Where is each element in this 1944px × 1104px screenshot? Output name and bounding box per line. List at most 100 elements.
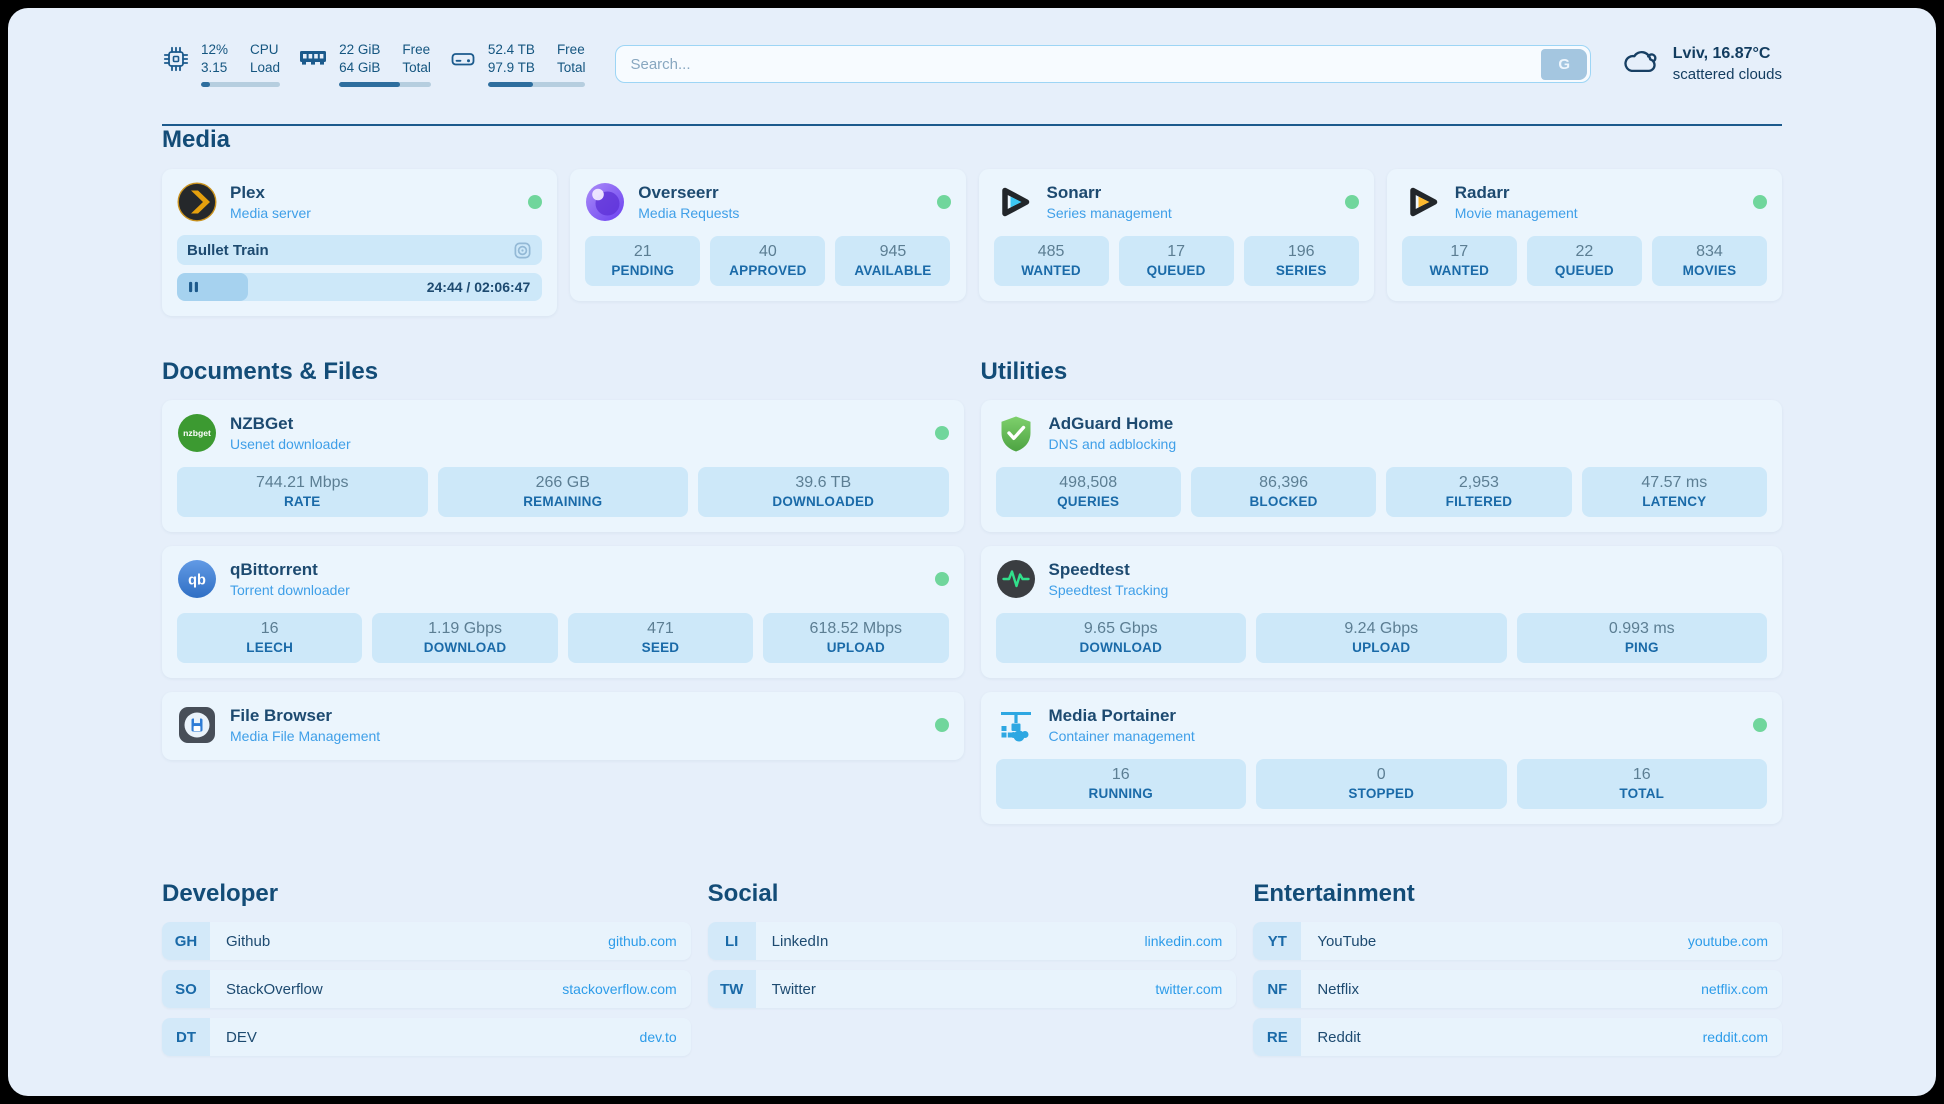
bookmark-abbr: NF [1253,970,1301,1008]
cpu-load-value: 3.15 [201,59,228,77]
cpu-label: CPU [250,41,280,59]
bookmark-github[interactable]: GH Github github.com [162,922,691,960]
weather-widget: Lviv, 16.87°C scattered clouds [1621,43,1782,85]
section-title-entertainment: Entertainment [1253,880,1782,908]
svg-text:qb: qb [188,573,206,589]
stat-pill: 0STOPPED [1256,759,1507,809]
cast-icon[interactable] [513,241,532,260]
app-card-filebrowser[interactable]: File Browser Media File Management [162,692,964,760]
app-subtitle: Media Requests [638,205,739,221]
playback-time: 24:44 / 02:06:47 [427,279,531,295]
app-subtitle: Media server [230,205,311,221]
app-name: Plex [230,183,311,203]
ram-total-label: Total [402,59,431,77]
section-title-utilities: Utilities [981,358,1783,386]
stat-pill: 266 GBREMAINING [438,467,689,517]
bookmark-stackoverflow[interactable]: SO StackOverflow stackoverflow.com [162,970,691,1008]
app-name: Media Portainer [1049,706,1195,726]
app-subtitle: Container management [1049,728,1195,744]
app-subtitle: Media File Management [230,728,380,744]
app-name: Radarr [1455,183,1578,203]
stat-pill: 744.21 MbpsRATE [177,467,428,517]
app-card-nzbget[interactable]: nzbget NZBGet Usenet downloader 744.21 M… [162,400,964,532]
app-name: File Browser [230,706,380,726]
stat-pill: 945AVAILABLE [835,236,950,286]
bookmark-dev[interactable]: DT DEV dev.to [162,1018,691,1056]
bookmark-linkedin[interactable]: LI LinkedIn linkedin.com [708,922,1237,960]
stat-pill: 485WANTED [994,236,1109,286]
app-subtitle: Speedtest Tracking [1049,582,1169,598]
bookmark-column-entertainment: Entertainment YT YouTube youtube.com NF … [1253,880,1782,1056]
section-title-documents: Documents & Files [162,358,964,386]
radarr-icon [1402,182,1442,222]
adguard-icon [996,413,1036,453]
top-bar: 12%3.15 CPULoad 22 GiB64 Gi [162,38,1782,90]
app-subtitle: Torrent downloader [230,582,350,598]
utilities-column: Utilities AdGuard Home DNS and adblockin… [981,358,1783,824]
disk-progress-bar [488,82,586,87]
bookmark-abbr: TW [708,970,756,1008]
ram-free-value: 22 GiB [339,41,380,59]
hardware-widgets: 12%3.15 CPULoad 22 GiB64 Gi [162,41,585,86]
qbittorrent-icon: qb [177,559,217,599]
status-online-dot [937,195,951,209]
bookmark-abbr: LI [708,922,756,960]
bookmark-reddit[interactable]: RE Reddit reddit.com [1253,1018,1782,1056]
stat-pill: 1.19 GbpsDOWNLOAD [372,613,557,663]
stat-pill: 21PENDING [585,236,700,286]
app-card-plex[interactable]: Plex Media server Bullet Train 24:44 / 0… [162,169,557,316]
status-online-dot [1345,195,1359,209]
app-card-adguard[interactable]: AdGuard Home DNS and adblocking 498,508Q… [981,400,1783,532]
ram-progress-bar [339,82,431,87]
search-input[interactable] [615,45,1590,83]
search-bar: G [615,45,1590,83]
stat-pill: 498,508QUERIES [996,467,1181,517]
app-card-radarr[interactable]: Radarr Movie management 17WANTED 22QUEUE… [1387,169,1782,301]
pause-icon [187,281,200,294]
bookmark-abbr: YT [1253,922,1301,960]
app-card-portainer[interactable]: Media Portainer Container management 16R… [981,692,1783,824]
bookmark-youtube[interactable]: YT YouTube youtube.com [1253,922,1782,960]
app-name: Overseerr [638,183,739,203]
app-card-speedtest[interactable]: Speedtest Speedtest Tracking 9.65 GbpsDO… [981,546,1783,678]
nzbget-icon: nzbget [177,413,217,453]
bookmark-column-social: Social LI LinkedIn linkedin.com TW Twitt… [708,880,1237,1008]
app-subtitle: Series management [1047,205,1172,221]
bookmark-twitter[interactable]: TW Twitter twitter.com [708,970,1237,1008]
app-card-overseerr[interactable]: Overseerr Media Requests 21PENDING 40APP… [570,169,965,301]
search-engine-button[interactable]: G [1541,49,1587,80]
bookmark-abbr: DT [162,1018,210,1056]
stat-pill: 16LEECH [177,613,362,663]
bookmark-netflix[interactable]: NF Netflix netflix.com [1253,970,1782,1008]
app-name: AdGuard Home [1049,414,1177,434]
cloud-icon [1621,47,1661,82]
stat-pill: 471SEED [568,613,753,663]
dashboard-page: 12%3.15 CPULoad 22 GiB64 Gi [8,8,1936,1096]
ram-icon [298,45,328,74]
stat-pill: 0.993 msPING [1517,613,1768,663]
app-subtitle: Movie management [1455,205,1578,221]
stat-pill: 17QUEUED [1119,236,1234,286]
app-name: Speedtest [1049,560,1169,580]
cpu-progress-bar [201,82,280,87]
disk-total-value: 97.9 TB [488,59,535,77]
app-name: qBittorrent [230,560,350,580]
app-card-qbittorrent[interactable]: qb qBittorrent Torrent downloader 16LEEC… [162,546,964,678]
documents-column: Documents & Files nzbget NZBGet Usenet d… [162,358,964,760]
stat-pill: 2,953FILTERED [1386,467,1571,517]
disk-free-label: Free [557,41,586,59]
bookmark-abbr: GH [162,922,210,960]
media-grid: Plex Media server Bullet Train 24:44 / 0… [162,169,1782,316]
stat-pill: 86,396BLOCKED [1191,467,1376,517]
status-online-dot [935,718,949,732]
ram-free-label: Free [402,41,431,59]
portainer-icon [996,705,1036,745]
app-subtitle: Usenet downloader [230,436,351,452]
bookmark-abbr: SO [162,970,210,1008]
status-online-dot [935,426,949,440]
section-title-social: Social [708,880,1237,908]
app-card-sonarr[interactable]: Sonarr Series management 485WANTED 17QUE… [979,169,1374,301]
status-online-dot [935,572,949,586]
stat-pill: 16RUNNING [996,759,1247,809]
bookmark-abbr: RE [1253,1018,1301,1056]
